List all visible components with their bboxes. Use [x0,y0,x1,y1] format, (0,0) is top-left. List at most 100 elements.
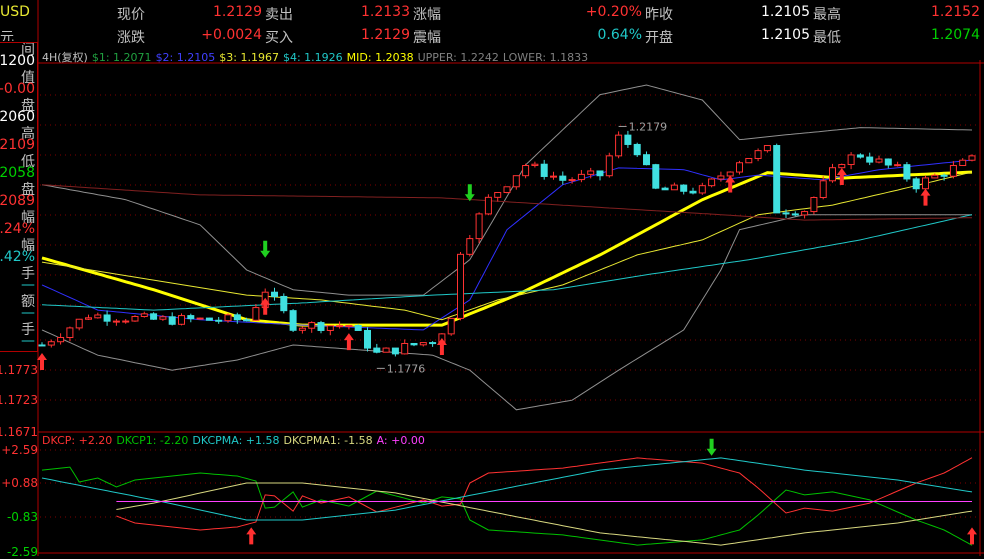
candle [233,314,241,321]
candle [196,317,204,320]
candle [85,317,92,320]
candle [382,347,390,353]
candle [819,180,827,199]
candle [922,177,929,190]
candle [271,291,278,297]
candle [894,164,902,167]
candle [280,295,288,312]
candle [484,196,492,215]
candle [419,342,427,346]
candle [670,184,678,191]
candle [308,322,316,329]
candle [457,253,464,319]
candle [494,191,502,198]
candle [829,167,836,182]
candle [187,315,195,320]
candle [354,324,362,331]
candle [429,342,437,345]
candle [503,186,511,193]
candle [931,174,939,179]
candle [875,158,883,163]
candle [587,170,595,175]
candle [615,134,623,157]
line-ma4 [41,214,973,311]
candle [596,170,604,177]
candle [605,155,613,177]
candle [726,171,734,177]
price-annotation: 1.1776 [387,362,426,375]
candle [159,316,167,320]
candle [550,175,557,178]
candle [531,163,539,167]
sell-arrow-icon [464,184,475,202]
candle [866,156,874,163]
candle [624,134,632,145]
candle [801,211,809,216]
candle [689,190,697,194]
candle [698,185,706,194]
price-annotation: 1.2179 [629,120,668,133]
candle [838,164,846,169]
buy-arrow-icon [343,333,354,351]
candle [810,197,818,213]
candle [522,165,530,177]
candle [317,322,325,331]
candle [252,307,260,321]
candle [903,164,911,180]
candle [373,347,381,353]
candle [577,173,585,181]
candle [791,213,799,216]
candle [680,184,688,192]
candle [410,342,418,346]
candle [782,212,790,215]
candle [643,154,650,166]
candle [763,145,771,152]
candle [178,315,185,325]
candle [215,319,223,322]
candle [959,159,967,167]
candle [401,342,409,355]
candle [345,324,353,327]
candle [884,158,892,166]
candle [940,174,948,177]
candle [131,316,139,322]
candle [466,238,474,255]
line-mid [41,170,973,327]
candle [122,320,130,323]
candle [968,155,976,161]
candle [243,319,251,322]
indicator-line-dkcpma1 [116,482,973,546]
buy-arrow-icon [920,188,931,206]
candle [298,327,306,331]
candle [447,317,455,335]
candle [754,150,762,159]
candle [633,143,641,156]
candle [745,157,753,164]
candle [57,337,65,343]
candle [540,163,548,177]
line-lower [41,214,972,411]
candle [717,175,725,180]
candle [708,178,716,187]
sell-arrow-icon [706,438,717,456]
candle [475,213,483,240]
candle [150,313,158,320]
candle [364,329,371,349]
candle [103,314,111,322]
candle [847,154,855,166]
candle [568,179,576,182]
candle [168,316,176,325]
candle [856,154,864,158]
sell-arrow-icon [260,240,271,258]
candle [205,317,213,321]
candle [224,314,232,322]
candle [391,347,399,355]
candle [773,145,781,214]
kline-chart[interactable]: 1.2179 1.1776 [0,0,984,556]
candle [94,314,102,319]
candle [289,310,297,331]
candle [112,320,120,323]
candle [75,318,83,329]
candle [512,175,520,188]
candle [736,162,743,173]
